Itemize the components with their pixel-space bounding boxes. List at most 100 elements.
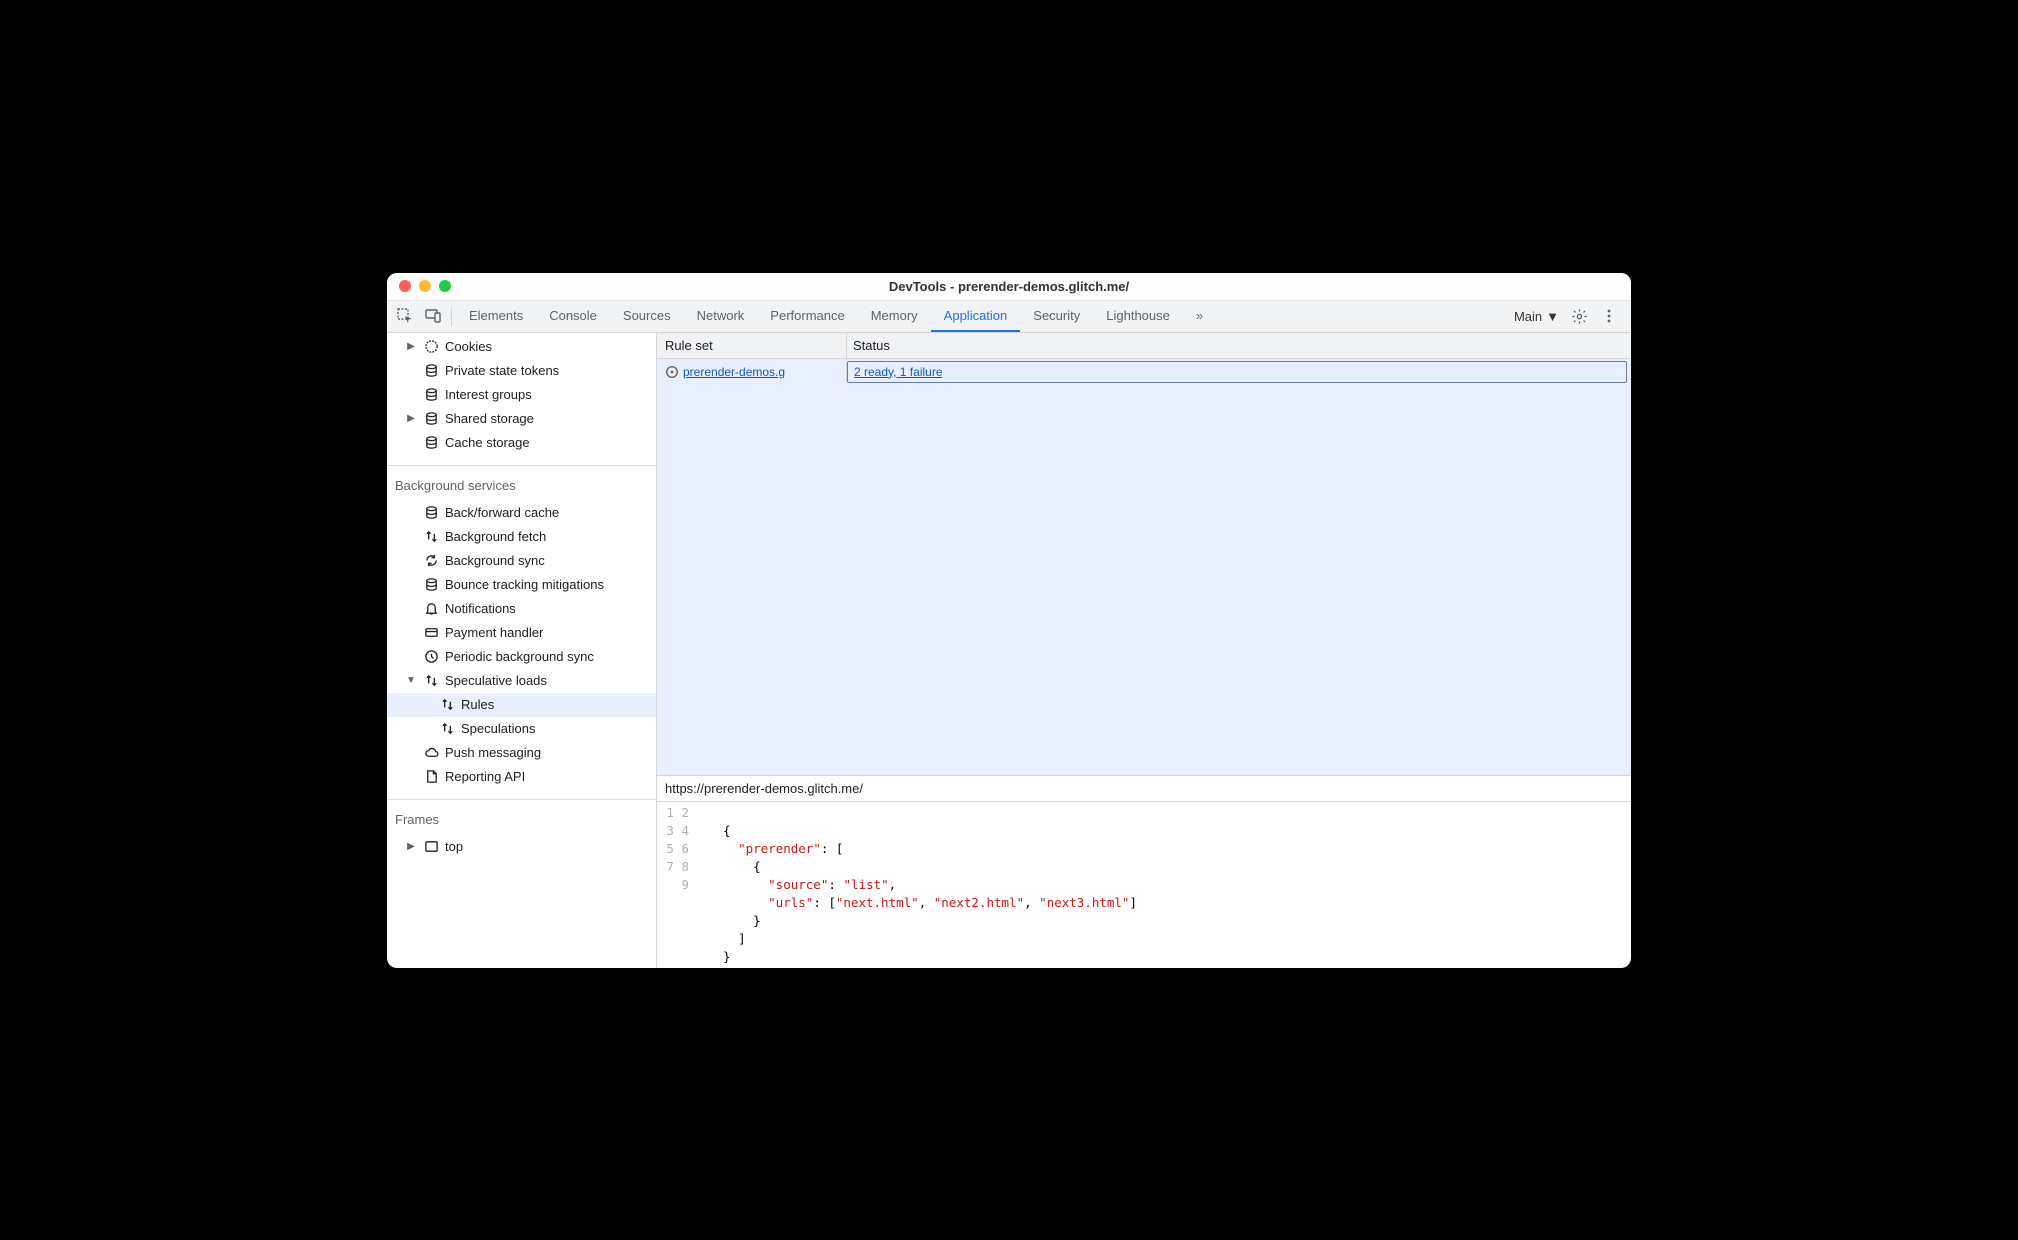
- sidebar-item-cookies[interactable]: ▶ Cookies: [387, 335, 656, 359]
- tab-application[interactable]: Application: [931, 301, 1021, 332]
- col-header-ruleset[interactable]: Rule set: [657, 333, 847, 358]
- panel-tabs: Elements Console Sources Network Perform…: [456, 301, 1514, 332]
- sidebar-item-label: Private state tokens: [445, 363, 559, 378]
- body: ▶Cookies▶Private state tokens▶Interest g…: [387, 333, 1631, 968]
- devtools-window: DevTools - prerender-demos.glitch.me/ El…: [387, 273, 1631, 968]
- status-dot-icon: [665, 365, 679, 379]
- toolbar-separator: [451, 307, 452, 326]
- cell-status[interactable]: 2 ready, 1 failure: [847, 359, 1631, 385]
- sidebar-group-bg: ▶Back/forward cache▶Background fetch▶Bac…: [387, 499, 656, 795]
- doc-icon: [423, 769, 439, 785]
- sidebar-item-background-sync[interactable]: ▶Background sync: [387, 549, 656, 573]
- more-icon[interactable]: [1599, 306, 1619, 326]
- code-gutter: 1 2 3 4 5 6 7 8 9: [657, 804, 699, 966]
- sidebar-section-frames: Frames: [387, 804, 656, 833]
- sidebar-item-label: Cookies: [445, 339, 492, 354]
- device-icon[interactable]: [419, 301, 447, 332]
- target-selector[interactable]: Main ▼: [1514, 309, 1559, 324]
- db-icon: [423, 577, 439, 593]
- col-header-status[interactable]: Status: [847, 333, 1631, 358]
- sidebar-item-shared-storage[interactable]: ▶ Shared storage: [387, 407, 656, 431]
- sidebar-item-label: Periodic background sync: [445, 649, 594, 664]
- titlebar: DevTools - prerender-demos.glitch.me/: [387, 273, 1631, 301]
- sidebar-item-label: Back/forward cache: [445, 505, 559, 520]
- sidebar-item-back-forward-cache[interactable]: ▶Back/forward cache: [387, 501, 656, 525]
- sidebar-item-background-fetch[interactable]: ▶Background fetch: [387, 525, 656, 549]
- sidebar-item-private-state-tokens[interactable]: ▶Private state tokens: [387, 359, 656, 383]
- disclosure-arrow-icon[interactable]: ▶: [405, 413, 417, 424]
- window-title: DevTools - prerender-demos.glitch.me/: [387, 279, 1631, 294]
- sidebar-item-cache-storage[interactable]: ▶Cache storage: [387, 431, 656, 455]
- tab-security[interactable]: Security: [1020, 301, 1093, 332]
- sidebar-item-speculations[interactable]: ▶Speculations: [387, 717, 656, 741]
- sidebar-item-interest-groups[interactable]: ▶Interest groups: [387, 383, 656, 407]
- sidebar-item-label: Interest groups: [445, 387, 532, 402]
- sidebar-item-notifications[interactable]: ▶Notifications: [387, 597, 656, 621]
- sidebar-item-label: Payment handler: [445, 625, 543, 640]
- tab-sources[interactable]: Sources: [610, 301, 684, 332]
- frame-icon: [423, 839, 439, 855]
- chevron-down-icon: ▼: [1546, 309, 1559, 324]
- sidebar-item-push-messaging[interactable]: ▶Push messaging: [387, 741, 656, 765]
- sidebar-item-label: Shared storage: [445, 411, 534, 426]
- sidebar-item-top[interactable]: ▶top: [387, 835, 656, 859]
- maximize-icon[interactable]: [439, 280, 451, 292]
- sidebar-item-label: Cache storage: [445, 435, 530, 450]
- sidebar-item-rules[interactable]: ▶Rules: [387, 693, 656, 717]
- ruleset-link[interactable]: prerender-demos.g: [683, 365, 785, 379]
- disclosure-arrow-icon[interactable]: ▶: [405, 341, 417, 352]
- cookie-icon: [423, 339, 439, 355]
- db-icon: [423, 435, 439, 451]
- sidebar-item-label: Rules: [461, 697, 494, 712]
- grid-body: prerender-demos.g 2 ready, 1 failure: [657, 359, 1631, 775]
- sidebar: ▶Cookies▶Private state tokens▶Interest g…: [387, 333, 657, 968]
- disclosure-arrow-icon[interactable]: ▶: [405, 841, 417, 852]
- sidebar-item-label: Background sync: [445, 553, 545, 568]
- sidebar-item-reporting-api[interactable]: ▶Reporting API: [387, 765, 656, 789]
- cell-ruleset[interactable]: prerender-demos.g: [657, 359, 847, 385]
- db-icon: [423, 387, 439, 403]
- gear-icon[interactable]: [1569, 306, 1589, 326]
- sidebar-item-label: Reporting API: [445, 769, 525, 784]
- db-icon: [423, 411, 439, 427]
- close-icon[interactable]: [399, 280, 411, 292]
- rules-grid: Rule set Status prerender-demos.g: [657, 333, 1631, 776]
- card-icon: [423, 625, 439, 641]
- tab-console[interactable]: Console: [536, 301, 610, 332]
- tab-lighthouse[interactable]: Lighthouse: [1093, 301, 1183, 332]
- target-label: Main: [1514, 309, 1542, 324]
- tab-elements[interactable]: Elements: [456, 301, 536, 332]
- tab-memory[interactable]: Memory: [858, 301, 931, 332]
- db-icon: [423, 363, 439, 379]
- divider: [387, 799, 656, 800]
- sidebar-item-label: Speculative loads: [445, 673, 547, 688]
- sidebar-item-periodic-background-sync[interactable]: ▶Periodic background sync: [387, 645, 656, 669]
- detail-url: https://prerender-demos.glitch.me/: [657, 776, 1631, 802]
- sidebar-item-label: Bounce tracking mitigations: [445, 577, 604, 592]
- toolbar-right: Main ▼: [1514, 301, 1627, 332]
- tabs-overflow[interactable]: »: [1183, 301, 1216, 332]
- minimize-icon[interactable]: [419, 280, 431, 292]
- tab-network[interactable]: Network: [684, 301, 758, 332]
- tab-performance[interactable]: Performance: [757, 301, 857, 332]
- sidebar-item-label: Push messaging: [445, 745, 541, 760]
- sidebar-item-bounce-tracking-mitigations[interactable]: ▶Bounce tracking mitigations: [387, 573, 656, 597]
- db-icon: [423, 505, 439, 521]
- updown-icon: [423, 673, 439, 689]
- updown-icon: [423, 529, 439, 545]
- sidebar-group-frames: ▶top: [387, 833, 656, 865]
- sidebar-item-speculative-loads[interactable]: ▼ Speculative loads: [387, 669, 656, 693]
- status-link[interactable]: 2 ready, 1 failure: [854, 365, 943, 379]
- disclosure-arrow-icon[interactable]: ▼: [405, 675, 417, 686]
- grid-header: Rule set Status: [657, 333, 1631, 359]
- clock-icon: [423, 649, 439, 665]
- sidebar-item-label: Speculations: [461, 721, 535, 736]
- grid-row[interactable]: prerender-demos.g 2 ready, 1 failure: [657, 359, 1631, 385]
- toolbar: Elements Console Sources Network Perform…: [387, 301, 1631, 333]
- sidebar-section-bg: Background services: [387, 470, 656, 499]
- sidebar-item-payment-handler[interactable]: ▶Payment handler: [387, 621, 656, 645]
- sidebar-item-label: Background fetch: [445, 529, 546, 544]
- code-viewer: 1 2 3 4 5 6 7 8 9 { "prerender": [ { "so…: [657, 802, 1631, 968]
- code-content[interactable]: { "prerender": [ { "source": "list", "ur…: [699, 804, 1137, 966]
- inspect-icon[interactable]: [391, 301, 419, 332]
